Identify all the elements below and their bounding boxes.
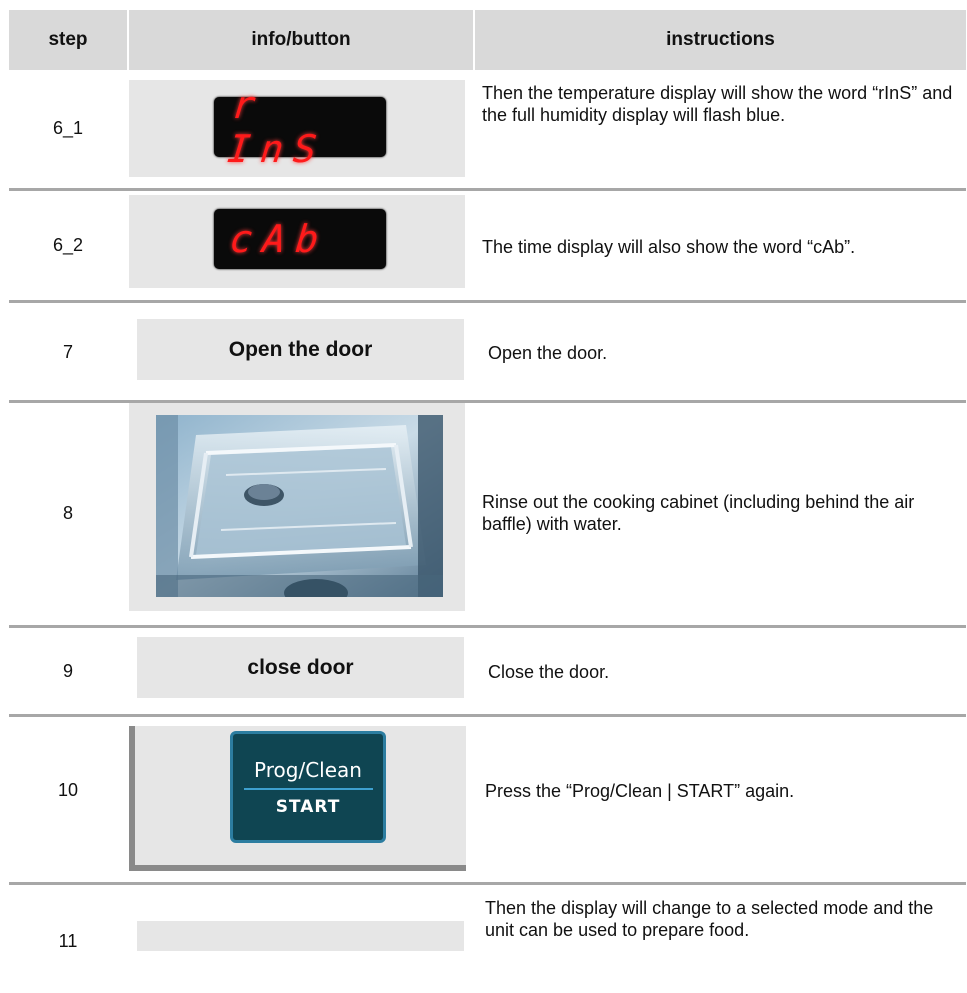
header-step: step — [9, 10, 127, 70]
prog-clean-label: Prog/Clean — [254, 757, 362, 782]
led-text: cAb — [227, 217, 331, 261]
instruction-text: Open the door. — [488, 343, 608, 363]
instruction-text: Close the door. — [488, 662, 610, 682]
instruction-text: Rinse out the cooking cabinet (including… — [482, 492, 915, 534]
table-header: step info/button instructions — [9, 10, 966, 70]
led-text: r InS — [225, 83, 329, 171]
button-divider — [243, 787, 373, 790]
instruction-text: Then the display will change to a select… — [485, 898, 934, 940]
step-number: 11 — [58, 931, 78, 951]
table-row: 10 Prog/Clean START Press the “Prog/Clea… — [9, 717, 966, 882]
instruction-text: Then the temperature display will show t… — [482, 83, 953, 125]
close-door-button[interactable]: close door — [137, 637, 464, 698]
info-cell — [137, 921, 464, 951]
step-number: 6_2 — [52, 235, 84, 255]
info-cell: r InS — [129, 80, 465, 177]
table-row: 9 close door Close the door. — [9, 628, 966, 714]
time-led-display: cAb — [214, 209, 386, 269]
step-number: 8 — [62, 503, 73, 523]
table-row: 6_2 cAb The time display will also show … — [9, 191, 966, 300]
open-door-button[interactable]: Open the door — [137, 319, 464, 380]
cooking-cabinet-photo — [156, 415, 443, 597]
step-number: 9 — [62, 661, 73, 681]
step-number: 10 — [57, 780, 79, 800]
step-number: 7 — [62, 342, 73, 362]
table-row: 6_1 r InS Then the temperature display w… — [9, 70, 966, 188]
temperature-led-display: r InS — [214, 83, 386, 171]
info-cell — [129, 403, 465, 611]
info-cell: Prog/Clean START — [129, 726, 466, 871]
cabinet-image — [156, 415, 443, 597]
instruction-text: The time display will also show the word… — [482, 237, 856, 257]
header-info-button: info/button — [129, 10, 473, 70]
table-row: 7 Open the door Open the door. — [9, 303, 966, 400]
prog-clean-start-button[interactable]: Prog/Clean START — [230, 731, 386, 843]
instruction-text: Press the “Prog/Clean | START” again. — [485, 781, 795, 801]
info-cell: cAb — [129, 195, 465, 288]
step-number: 6_1 — [52, 118, 84, 138]
table-row: 11 Then the display will change to a sel… — [9, 885, 966, 993]
header-instructions: instructions — [475, 10, 966, 70]
start-label: START — [275, 796, 341, 817]
table-row: 8 Rinse out the cooking cabinet (includi… — [9, 403, 966, 625]
